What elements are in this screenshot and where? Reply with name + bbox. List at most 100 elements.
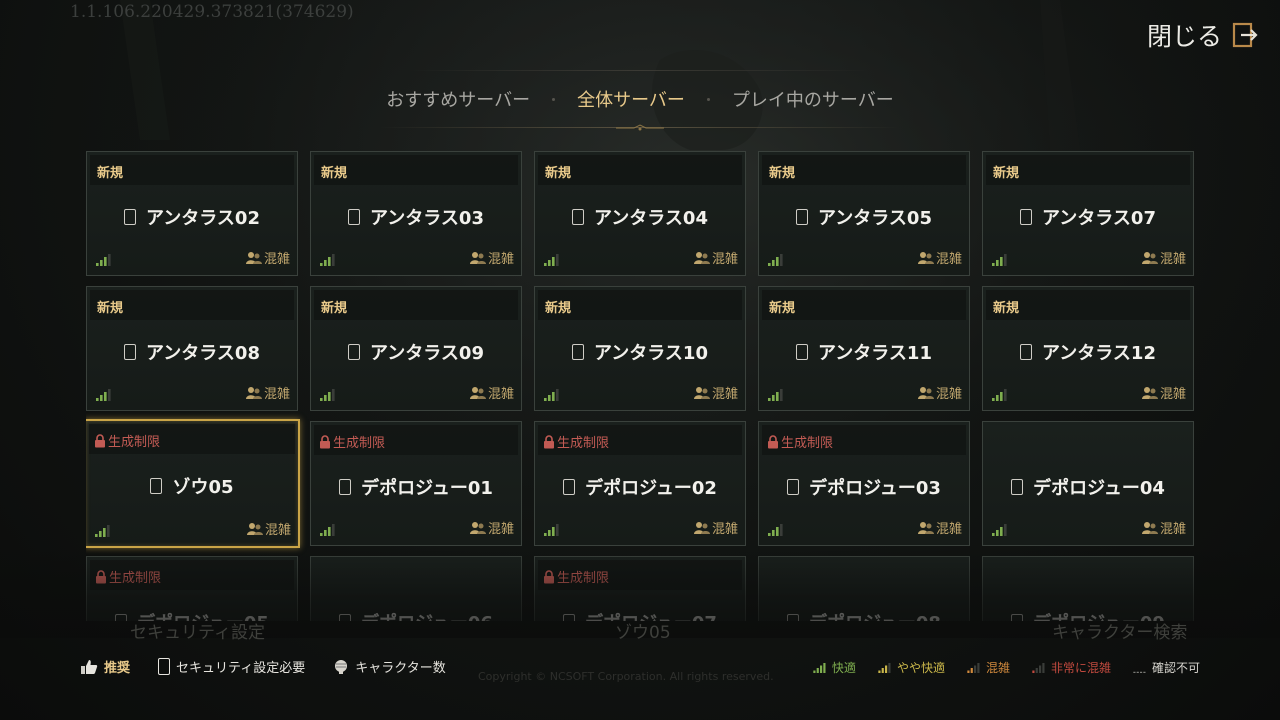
population-icon (245, 251, 262, 264)
security-lock-icon (339, 614, 352, 621)
creation-restricted-tag: 生成制限 (95, 567, 161, 586)
server-status: 混雑 (1141, 383, 1186, 402)
new-server-tag: 新規 (545, 162, 571, 181)
server-tag-label: 生成制限 (557, 571, 610, 586)
new-server-tag: 新規 (97, 297, 123, 316)
server-name: デポロジュー06 (311, 609, 521, 621)
signal-strength-icon (320, 389, 335, 401)
server-name: アンタラス05 (759, 204, 969, 230)
population-icon (469, 251, 486, 264)
server-status: 混雑 (1141, 248, 1186, 267)
character-head-icon (335, 659, 348, 674)
server-name-label: ゾウ05 (172, 477, 234, 498)
server-card[interactable]: デポロジュー09 (982, 556, 1194, 621)
server-tag-label: 生成制限 (557, 436, 610, 451)
new-server-tag: 新規 (993, 297, 1019, 316)
server-card[interactable]: 新規 アンタラス08 混雑 (86, 286, 298, 411)
server-tag-label: 新規 (769, 166, 796, 181)
server-name-label: デポロジュー02 (585, 478, 717, 499)
server-card[interactable]: 新規アンタラス05 混雑 (758, 151, 970, 276)
server-card[interactable]: デポロジュー04 混雑 (982, 421, 1194, 546)
server-card[interactable]: 新規アンタラス03 混雑 (310, 151, 522, 276)
server-card[interactable]: 生成制限ゾウ05 混雑 (86, 419, 300, 548)
server-name-label: デポロジュー06 (361, 613, 493, 621)
signal-strength-icon (544, 524, 559, 536)
server-card[interactable]: 生成制限デポロジュー02 混雑 (534, 421, 746, 546)
security-lock-icon (348, 344, 361, 360)
close-button[interactable]: 閉じる (1147, 18, 1258, 52)
server-name: デポロジュー08 (759, 609, 969, 621)
server-card[interactable]: 新規アンタラス04 混雑 (534, 151, 746, 276)
legend-load-item: 混雑 (967, 659, 1010, 676)
legend-recommend-label: 推奨 (104, 661, 131, 676)
server-status-label: 混雑 (264, 523, 291, 538)
exit-icon (1232, 22, 1258, 48)
creation-restricted-tag: 生成制限 (319, 432, 385, 451)
creation-restricted-tag: 生成制限 (543, 567, 609, 586)
creation-restricted-tag: 生成制限 (94, 431, 160, 450)
server-status-label: 混雑 (487, 252, 514, 267)
server-status: 混雑 (693, 248, 738, 267)
legend-left: 推奨 セキュリティ設定必要 キャラクター数 (80, 657, 446, 676)
server-card[interactable]: 新規 アンタラス02 混雑 (86, 151, 298, 276)
server-card[interactable]: 新規 アンタラス12 混雑 (982, 286, 1194, 411)
legend-load-label: 快適 (831, 661, 856, 675)
security-lock-icon (158, 658, 171, 675)
server-tag-label: 新規 (321, 166, 348, 181)
security-lock-icon (150, 478, 163, 494)
security-lock-icon (1020, 209, 1033, 225)
server-status-label: 混雑 (935, 252, 962, 267)
server-name: アンタラス11 (759, 339, 969, 365)
server-tag-label: 新規 (993, 166, 1020, 181)
tab-all-servers[interactable]: 全体サーバー (555, 86, 707, 112)
server-name: アンタラス10 (535, 339, 745, 365)
server-name: アンタラス09 (311, 339, 521, 365)
server-card[interactable]: 新規 アンタラス09 混雑 (310, 286, 522, 411)
lock-icon (544, 569, 554, 583)
new-server-tag: 新規 (769, 162, 795, 181)
security-lock-icon (1011, 614, 1024, 621)
server-status-label: 混雑 (935, 387, 962, 402)
population-icon (1141, 521, 1158, 534)
legend-load-item: やや快適 (878, 659, 945, 676)
legend-character-count-label: キャラクター数 (355, 661, 446, 676)
server-card[interactable]: 生成制限デポロジュー07 (534, 556, 746, 621)
security-lock-icon (787, 614, 800, 621)
server-card[interactable]: 生成制限 デポロジュー03 混雑 (758, 421, 970, 546)
server-card[interactable]: 新規 アンタラス10 混雑 (534, 286, 746, 411)
server-name-label: デポロジュー03 (809, 478, 941, 499)
signal-strength-icon (96, 389, 111, 401)
server-card[interactable]: デポロジュー06 (310, 556, 522, 621)
server-card[interactable]: 新規 アンタラス11 混雑 (758, 286, 970, 411)
server-tag-label: 新規 (97, 166, 124, 181)
signal-strength-icon (768, 254, 783, 266)
lock-icon (768, 434, 778, 448)
server-card[interactable]: 生成制限 デポロジュー01 混雑 (310, 421, 522, 546)
server-status-label: 混雑 (711, 252, 738, 267)
lock-icon (320, 434, 330, 448)
server-status: 混雑 (693, 518, 738, 537)
server-tag-label: 新規 (545, 166, 572, 181)
tab-playing-servers[interactable]: プレイ中のサーバー (710, 86, 916, 112)
server-name-label: アンタラス03 (370, 208, 484, 229)
server-name-label: アンタラス05 (818, 208, 932, 229)
security-lock-icon (796, 344, 809, 360)
server-name: アンタラス08 (87, 339, 297, 365)
server-card[interactable]: デポロジュー08 (758, 556, 970, 621)
server-name: デポロジュー01 (311, 474, 521, 500)
server-status-label: 混雑 (1159, 252, 1186, 267)
server-status: 混雑 (245, 248, 290, 267)
population-icon (917, 521, 934, 534)
signal-strength-icon (992, 524, 1007, 536)
server-tag-label: 新規 (545, 301, 572, 316)
server-name: デポロジュー04 (983, 474, 1193, 500)
server-status-label: 混雑 (711, 522, 738, 537)
server-tag-label: 新規 (993, 301, 1020, 316)
server-card[interactable]: 新規 アンタラス07 混雑 (982, 151, 1194, 276)
signal-strength-icon (967, 662, 980, 673)
version-text: 1.1.106.220429.373821(374629) (70, 2, 354, 22)
server-name-label: アンタラス04 (594, 208, 708, 229)
server-card[interactable]: 生成制限デポロジュー05 (86, 556, 298, 621)
tab-recommended[interactable]: おすすめサーバー (364, 86, 552, 112)
signal-strength-icon (992, 254, 1007, 266)
